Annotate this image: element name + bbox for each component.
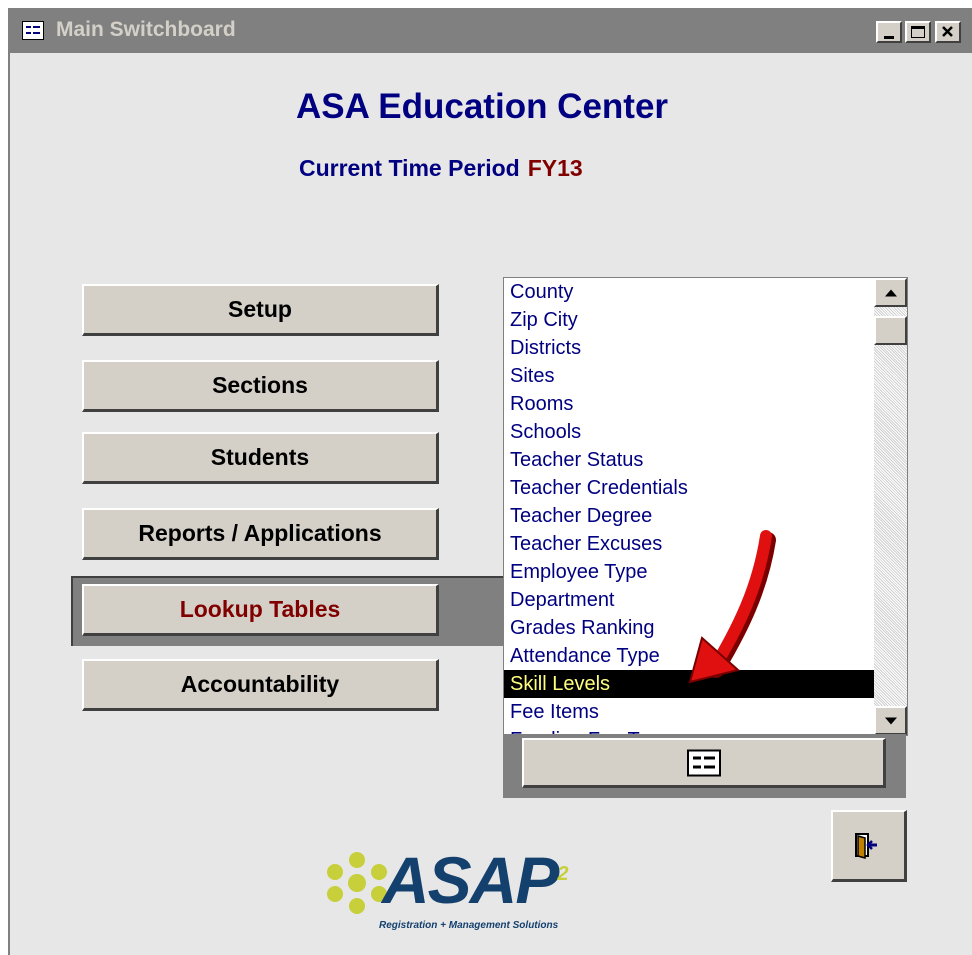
window-title: Main Switchboard: [56, 18, 236, 41]
open-form-frame: [503, 734, 906, 798]
list-item-teacher-status[interactable]: Teacher Status: [504, 446, 878, 474]
lookup-tables-button[interactable]: Lookup Tables: [82, 584, 439, 636]
accountability-button[interactable]: Accountability: [82, 659, 439, 711]
title-bar[interactable]: Main Switchboard: [8, 8, 972, 53]
close-icon: [942, 26, 953, 37]
list-item-zip-city[interactable]: Zip City: [504, 306, 878, 334]
form-icon: [686, 749, 721, 776]
logo-text: ASAP: [382, 843, 559, 917]
maximize-button[interactable]: [905, 21, 931, 43]
scroll-thumb[interactable]: [874, 316, 907, 345]
sections-button[interactable]: Sections: [82, 360, 439, 412]
minimize-icon: [884, 36, 894, 39]
list-item-schools[interactable]: Schools: [504, 418, 878, 446]
exit-door-icon: [855, 833, 877, 859]
period-value: FY13: [527, 155, 583, 181]
list-item-teacher-credentials[interactable]: Teacher Credentials: [504, 474, 878, 502]
list-item-county[interactable]: County: [504, 278, 878, 306]
list-scrollbar[interactable]: [874, 278, 907, 735]
list-item-districts[interactable]: Districts: [504, 334, 878, 362]
logo-wordmark: ASAP2: [382, 842, 569, 918]
setup-button[interactable]: Setup: [82, 284, 439, 336]
students-button[interactable]: Students: [82, 432, 439, 484]
open-form-button[interactable]: [522, 738, 886, 788]
scroll-up-button[interactable]: [874, 278, 907, 307]
annotation-arrow: [688, 530, 776, 684]
scroll-down-button[interactable]: [874, 706, 907, 735]
logo-superscript: 2: [557, 863, 568, 885]
asap-logo: ASAP2 Registration + Management Solution…: [322, 842, 612, 942]
up-arrow-icon: [884, 289, 897, 296]
list-item-rooms[interactable]: Rooms: [504, 390, 878, 418]
app-title: ASA Education Center: [295, 87, 669, 126]
exit-button[interactable]: [831, 810, 907, 882]
reports-applications-button[interactable]: Reports / Applications: [82, 508, 439, 560]
list-item-sites[interactable]: Sites: [504, 362, 878, 390]
minimize-button[interactable]: [876, 21, 902, 43]
period-label: Current Time Period: [299, 155, 520, 181]
close-button[interactable]: [935, 21, 961, 43]
maximize-icon: [911, 26, 925, 38]
down-arrow-icon: [884, 717, 897, 724]
current-time-period: Current Time Period FY13: [299, 155, 583, 182]
form-window-icon[interactable]: [22, 21, 44, 40]
logo-tagline: Registration + Management Solutions: [379, 920, 559, 931]
